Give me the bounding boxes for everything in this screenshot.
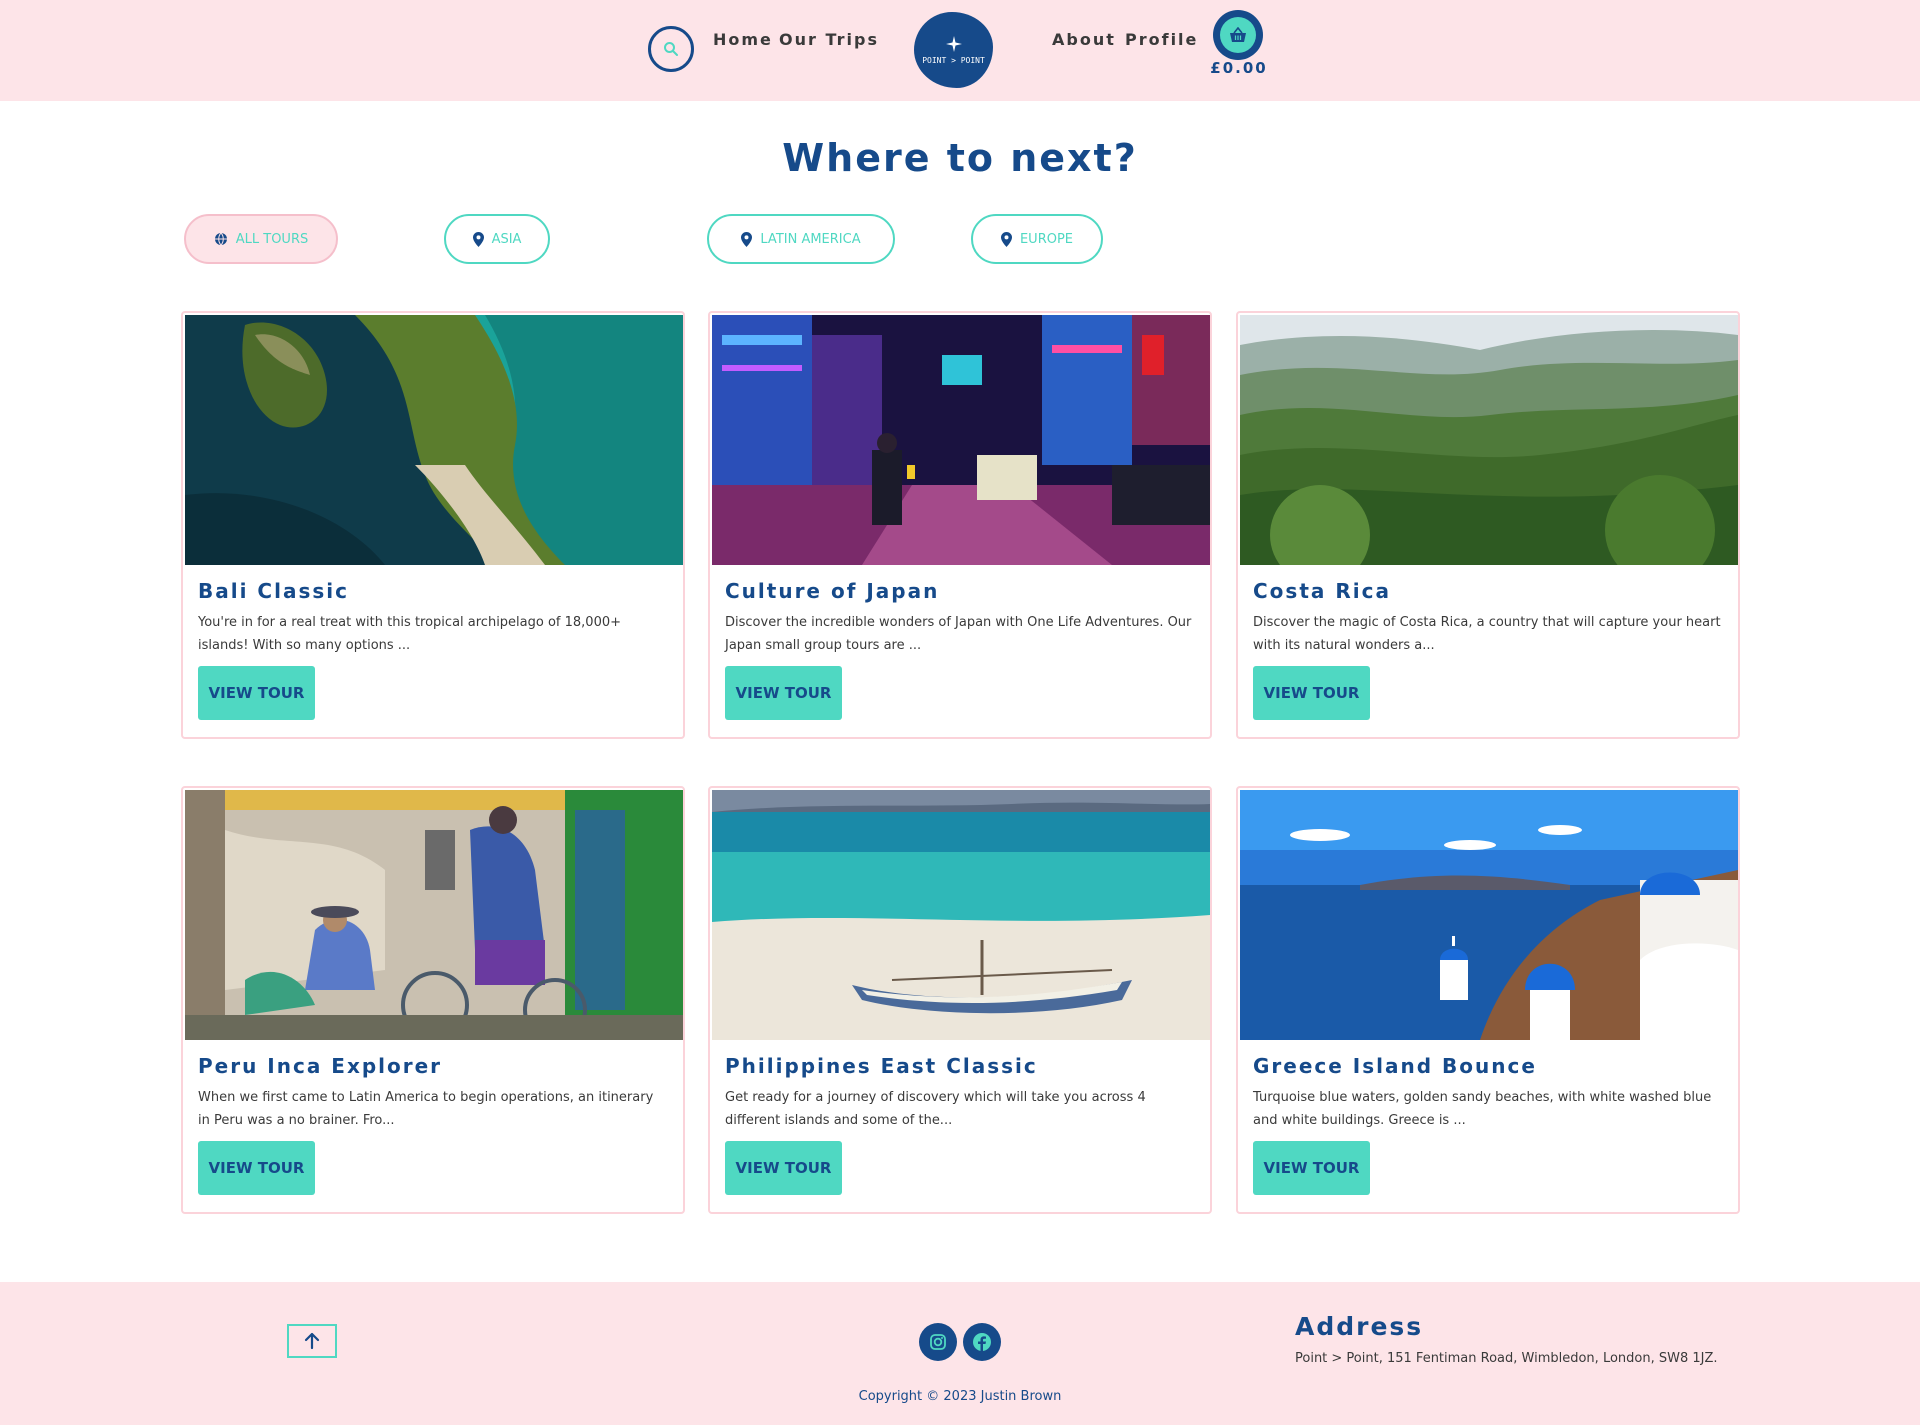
address-text: Point > Point, 151 Fentiman Road, Wimble… (1295, 1351, 1718, 1366)
filter-label: ALL TOURS (235, 231, 309, 247)
tour-description: You're in for a real treat with this tro… (198, 615, 622, 653)
cart-icon-wrap (1220, 17, 1256, 53)
tour-card-costa-rica: Costa Rica Discover the magic of Costa R… (1236, 311, 1740, 739)
search-button[interactable] (648, 26, 694, 72)
filter-label: EUROPE (1019, 231, 1074, 247)
tour-title: Culture of Japan (725, 579, 940, 603)
address-title: Address (1295, 1312, 1424, 1341)
logo-text: POINT > POINT (922, 55, 985, 65)
site-footer: Address Point > Point, 151 Fentiman Road… (0, 1282, 1920, 1425)
nav-home[interactable]: Home (713, 30, 773, 49)
tour-description: When we first came to Latin America to b… (198, 1090, 654, 1128)
tour-card-peru: Peru Inca Explorer When we first came to… (181, 786, 685, 1214)
tour-title: Peru Inca Explorer (198, 1054, 443, 1078)
site-logo[interactable]: POINT > POINT (914, 12, 993, 88)
instagram-icon (930, 1334, 946, 1350)
cart-total: £0.00 (1210, 59, 1268, 77)
filter-all-tours[interactable]: ALL TOURS (184, 214, 338, 264)
nav-our-trips[interactable]: Our Trips (779, 30, 879, 49)
view-tour-button[interactable]: VIEW TOUR (725, 1141, 842, 1195)
tour-image-greece[interactable] (1240, 790, 1738, 1040)
arrow-up-icon (304, 1332, 320, 1350)
back-to-top-button[interactable] (287, 1324, 337, 1358)
filter-latin-america[interactable]: LATIN AMERICA (707, 214, 895, 264)
globe-icon (214, 232, 227, 246)
tour-description: Discover the incredible wonders of Japan… (725, 615, 1192, 653)
facebook-icon (973, 1333, 991, 1351)
tour-card-bali: Bali Classic You're in for a real treat … (181, 311, 685, 739)
tour-title: Costa Rica (1253, 579, 1391, 603)
filter-label: ASIA (491, 231, 522, 247)
tour-description: Turquoise blue waters, golden sandy beac… (1253, 1090, 1712, 1128)
filter-label: LATIN AMERICA (760, 231, 861, 247)
nav-about[interactable]: About (1052, 30, 1116, 49)
tour-image-japan[interactable] (712, 315, 1210, 565)
basket-icon (1230, 27, 1246, 42)
tour-card-greece: Greece Island Bounce Turquoise blue wate… (1236, 786, 1740, 1214)
view-tour-button[interactable]: VIEW TOUR (198, 666, 315, 720)
tour-title: Greece Island Bounce (1253, 1054, 1537, 1078)
view-tour-button[interactable]: VIEW TOUR (725, 666, 842, 720)
copyright-text: Copyright © 2023 Justin Brown (858, 1389, 1062, 1404)
tour-card-japan: Culture of Japan Discover the incredible… (708, 311, 1212, 739)
filter-europe[interactable]: EUROPE (971, 214, 1103, 264)
tour-title: Philippines East Classic (725, 1054, 1038, 1078)
tour-image-philippines[interactable] (712, 790, 1210, 1040)
tour-description: Discover the magic of Costa Rica, a coun… (1253, 615, 1721, 653)
tour-image-bali[interactable] (185, 315, 683, 565)
tour-image-peru[interactable] (185, 790, 683, 1040)
view-tour-button[interactable]: VIEW TOUR (1253, 666, 1370, 720)
compass-icon (945, 35, 962, 52)
instagram-link[interactable] (919, 1323, 957, 1361)
facebook-link[interactable] (963, 1323, 1001, 1361)
tour-title: Bali Classic (198, 579, 349, 603)
nav-profile[interactable]: Profile (1125, 30, 1198, 49)
cart-button[interactable] (1213, 10, 1263, 60)
map-pin-icon (741, 231, 753, 247)
view-tour-button[interactable]: VIEW TOUR (1253, 1141, 1370, 1195)
map-pin-icon (1000, 231, 1012, 247)
filter-asia[interactable]: ASIA (444, 214, 550, 264)
tour-card-philippines: Philippines East Classic Get ready for a… (708, 786, 1212, 1214)
page-title: Where to next? (782, 136, 1138, 180)
tour-description: Get ready for a journey of discovery whi… (725, 1090, 1146, 1128)
tour-image-costa-rica[interactable] (1240, 315, 1738, 565)
view-tour-button[interactable]: VIEW TOUR (198, 1141, 315, 1195)
site-header: Home Our Trips POINT > POINT About Profi… (0, 0, 1920, 101)
search-icon (664, 42, 678, 56)
map-pin-icon (472, 231, 484, 247)
